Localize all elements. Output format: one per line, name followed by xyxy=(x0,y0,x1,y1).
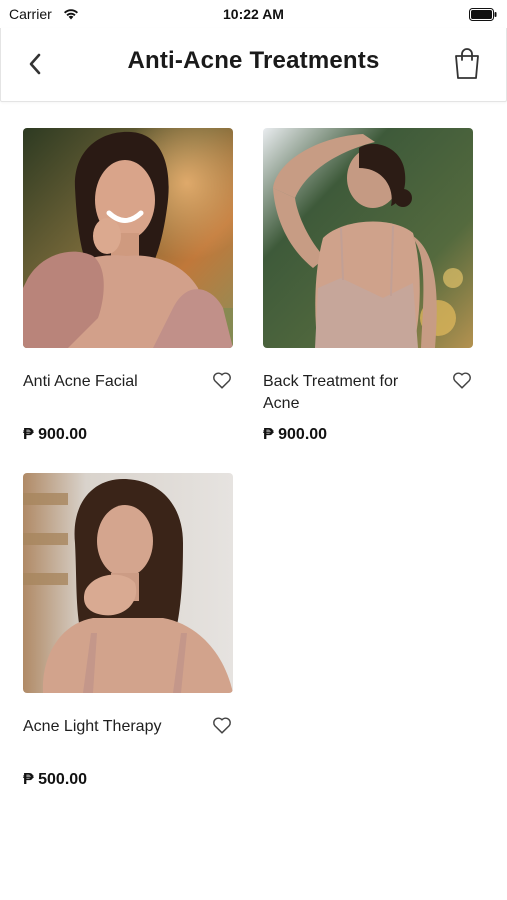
product-photo xyxy=(23,128,233,348)
favorite-button[interactable] xyxy=(451,369,473,391)
heart-outline-icon xyxy=(213,717,231,734)
shopping-bag-icon xyxy=(455,48,479,79)
clock: 10:22 AM xyxy=(223,6,284,22)
product-card[interactable]: Anti Acne Facial ₱ 900.00 xyxy=(23,128,233,443)
favorite-button[interactable] xyxy=(211,369,233,391)
product-image[interactable] xyxy=(23,473,233,693)
battery-icon xyxy=(469,8,497,21)
product-name[interactable]: Back Treatment for Acne xyxy=(263,371,433,415)
product-image[interactable] xyxy=(263,128,473,348)
navigation-bar: Anti-Acne Treatments xyxy=(0,28,507,102)
product-name[interactable]: Acne Light Therapy xyxy=(23,716,193,738)
status-bar: Carrier 10:22 AM xyxy=(0,0,507,28)
heart-outline-icon xyxy=(213,372,231,389)
chevron-left-icon xyxy=(29,53,41,75)
back-button[interactable] xyxy=(21,48,49,80)
product-card[interactable]: Back Treatment for Acne ₱ 900.00 xyxy=(263,128,473,443)
product-image[interactable] xyxy=(23,128,233,348)
product-price: ₱ 900.00 xyxy=(263,426,328,443)
product-price: ₱ 500.00 xyxy=(23,771,88,788)
cart-button[interactable] xyxy=(452,46,482,80)
product-price: ₱ 900.00 xyxy=(23,426,88,443)
favorite-button[interactable] xyxy=(211,714,233,736)
page-title: Anti-Acne Treatments xyxy=(127,47,380,74)
heart-outline-icon xyxy=(453,372,471,389)
product-name[interactable]: Anti Acne Facial xyxy=(23,371,193,393)
product-photo xyxy=(23,473,233,693)
product-photo xyxy=(263,128,473,348)
product-card[interactable]: Acne Light Therapy ₱ 500.00 xyxy=(23,473,233,788)
